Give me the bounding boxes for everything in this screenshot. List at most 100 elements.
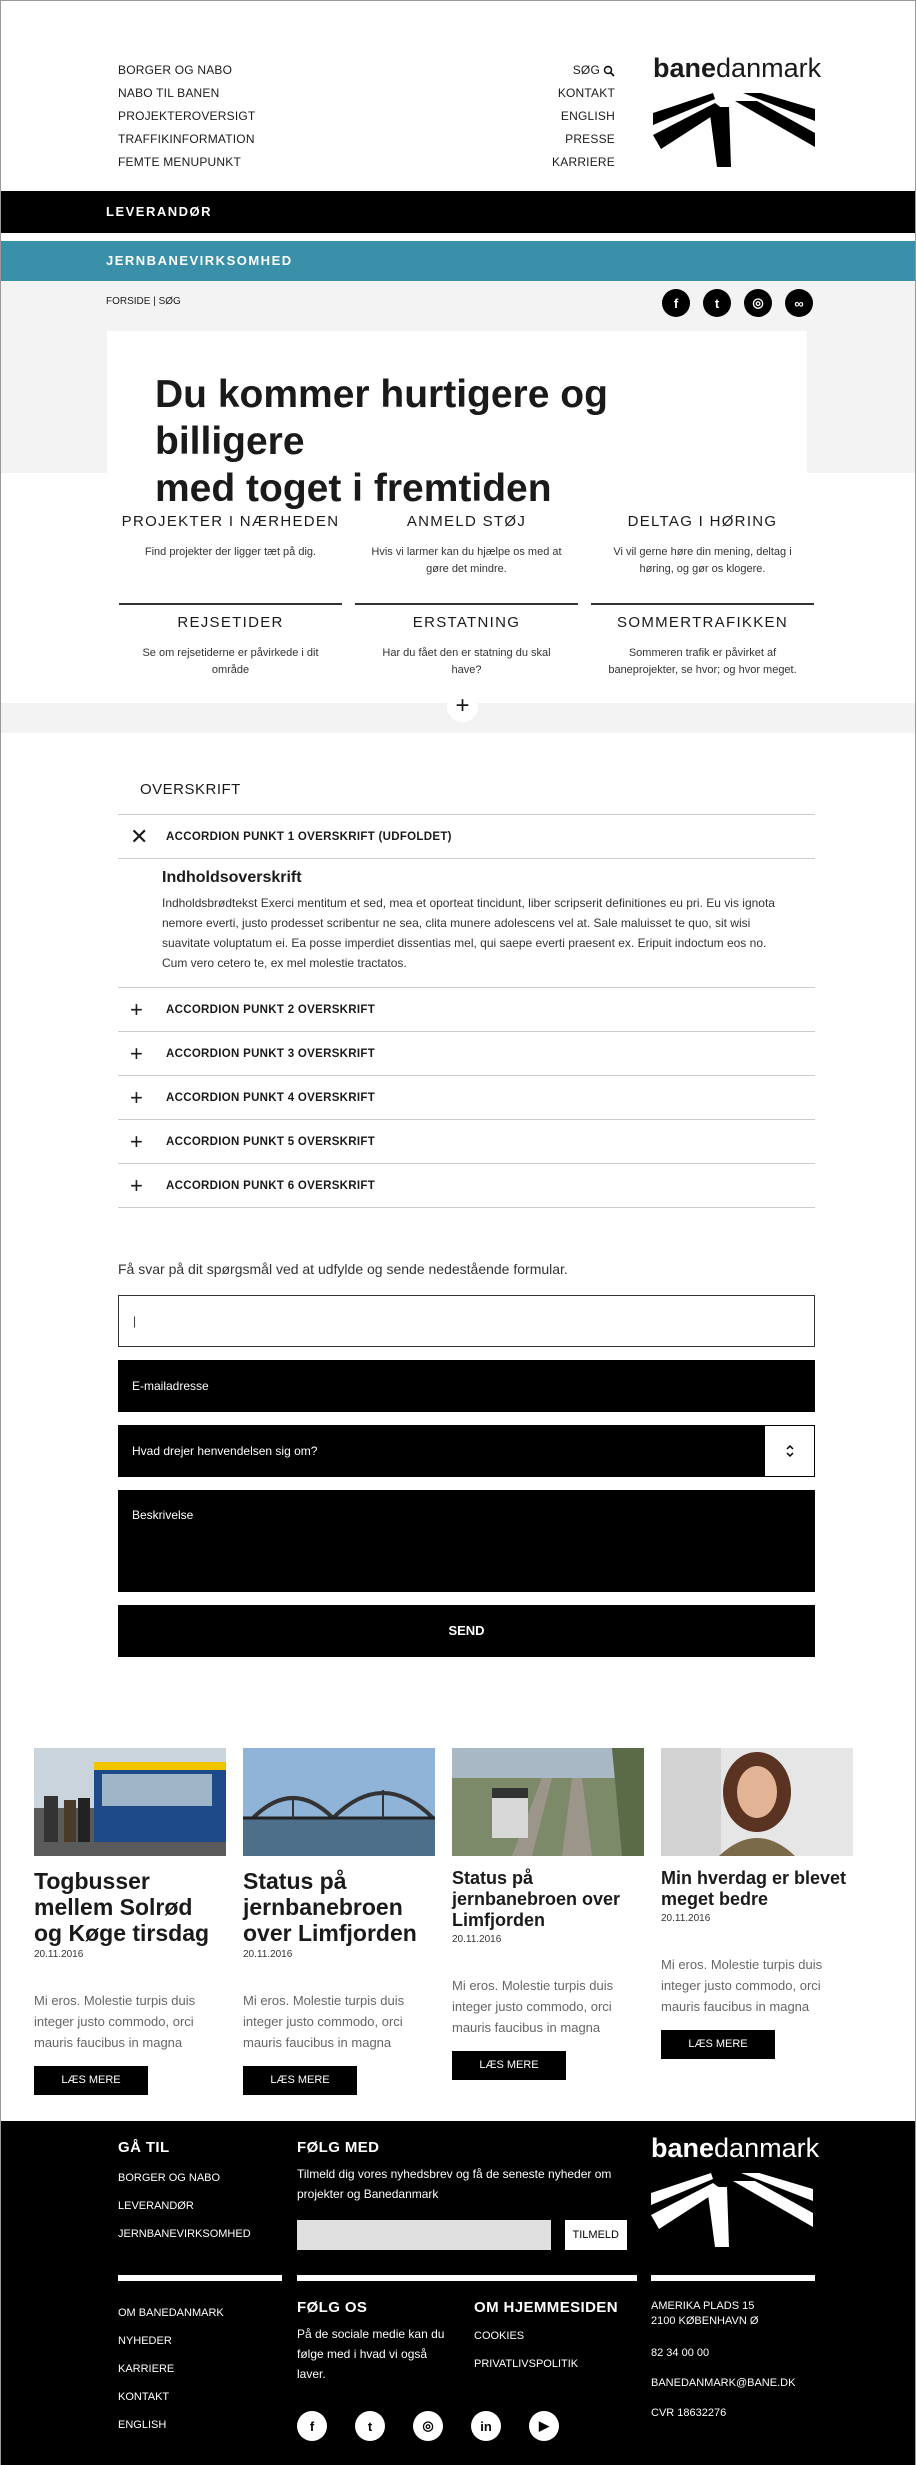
search-icon — [603, 65, 615, 77]
search-label: SØG — [572, 63, 600, 77]
footer-link-om[interactable]: OM BANEDANMARK — [118, 2299, 224, 2327]
header-link-nabo[interactable]: NABO TIL BANEN — [118, 82, 255, 105]
hero-card: Du kommer hurtigere og billigere med toge… — [107, 331, 807, 510]
newsletter-email-input[interactable] — [297, 2220, 551, 2250]
breadcrumb[interactable]: FORSIDE | SØG — [106, 296, 181, 307]
news-title[interactable]: Togbusser mellem Solrød og Køge tirsdag — [34, 1868, 226, 1946]
send-button[interactable]: SEND — [118, 1605, 815, 1657]
news-image-bus[interactable] — [34, 1748, 226, 1856]
news-title[interactable]: Status på jernbanebroen over Limfjorden — [452, 1868, 644, 1931]
accordion-label: ACCORDION PUNKT 3 OVERSKRIFT — [166, 1047, 376, 1060]
accordion-item-6[interactable]: + ACCORDION PUNKT 6 OVERSKRIFT — [118, 1164, 815, 1208]
header-link-trafik[interactable]: TRAFFIKINFORMATION — [118, 128, 255, 151]
email-field[interactable]: E-mailadresse — [118, 1360, 815, 1412]
header-link-projekter[interactable]: PROJEKTEROVERSIGT — [118, 105, 255, 128]
news-card: Status på jernbanebroen over Limfjorden … — [452, 1748, 644, 2080]
accordion-item-3[interactable]: + ACCORDION PUNKT 3 OVERSKRIFT — [118, 1032, 815, 1076]
site-footer: GÅ TIL BORGER OG NABO LEVERANDØR JERNBAN… — [1, 2121, 915, 2465]
footer-link-cookies[interactable]: COOKIES — [474, 2322, 618, 2350]
footer-logo-bold: bane — [651, 2133, 715, 2163]
plus-icon: + — [130, 1040, 143, 1066]
tile-stoj[interactable]: ANMELD STØJ Hvis vi larmer kan du hjælpe… — [355, 513, 578, 578]
expand-button[interactable]: + — [447, 691, 478, 722]
tile-title: REJSETIDER — [177, 614, 284, 631]
link-icon[interactable]: ∞ — [785, 289, 813, 317]
accordion-item-5[interactable]: + ACCORDION PUNKT 5 OVERSKRIFT — [118, 1120, 815, 1164]
title-line-1: Du kommer hurtigere og billigere — [155, 373, 608, 463]
accordion-label: ACCORDION PUNKT 4 OVERSKRIFT — [166, 1091, 376, 1104]
description-field[interactable]: Beskrivelse — [118, 1490, 815, 1592]
tile-text: Har du fået den er statning du skal have… — [382, 647, 551, 676]
footer-contact: AMERIKA PLADS 15 2100 KØBENHAVN Ø 82 34 … — [651, 2299, 795, 2419]
header-link-english[interactable]: ENGLISH — [552, 105, 615, 128]
accordion-label: ACCORDION PUNKT 6 OVERSKRIFT — [166, 1179, 376, 1192]
instagram-icon[interactable]: ◎ — [413, 2411, 443, 2441]
footer-link-kontakt[interactable]: KONTAKT — [118, 2383, 224, 2411]
name-field[interactable]: | — [118, 1295, 815, 1347]
twitter-icon[interactable]: t — [355, 2411, 385, 2441]
footer-site-title: OM HJEMMESIDEN — [474, 2299, 618, 2316]
header-link-kontakt[interactable]: KONTAKT — [552, 82, 615, 105]
news-image-tracks[interactable] — [452, 1748, 644, 1856]
footer-email[interactable]: BANEDANMARK@BANE.DK — [651, 2377, 795, 2389]
logo-rails-icon — [653, 93, 815, 167]
tile-erstatning[interactable]: ERSTATNING Har du fået den er statning d… — [355, 603, 578, 679]
tile-text: Vi vil gerne høre din mening, deltag i h… — [613, 546, 792, 575]
footer-logo[interactable]: banedanmark — [651, 2133, 819, 2252]
read-more-button[interactable]: LÆS MERE — [34, 2066, 148, 2095]
tile-sommertrafikken[interactable]: SOMMERTRAFIKKEN Sommeren trafik er påvir… — [591, 603, 814, 679]
read-more-button[interactable]: LÆS MERE — [243, 2066, 357, 2095]
tile-title: SOMMERTRAFIKKEN — [617, 614, 788, 631]
quick-links: PROJEKTER I NÆRHEDEN Find projekter der … — [1, 473, 915, 733]
header-link-presse[interactable]: PRESSE — [552, 128, 615, 151]
tile-horing[interactable]: DELTAG I HØRING Vi vil gerne høre din me… — [591, 513, 814, 578]
news-title[interactable]: Status på jernbanebroen over Limfjorden — [243, 1868, 435, 1946]
footer-link-jernbane[interactable]: JERNBANEVIRKSOMHED — [118, 2220, 251, 2248]
facebook-icon[interactable]: f — [297, 2411, 327, 2441]
news-image-woman[interactable] — [661, 1748, 853, 1856]
plus-icon: + — [130, 1128, 143, 1154]
tile-text: Se om rejsetiderne er påvirkede i dit om… — [142, 647, 319, 676]
news-title[interactable]: Min hverdag er blevet meget bedre — [661, 1868, 853, 1910]
subject-select[interactable]: Hvad drejer henvendelsen sig om? — [118, 1425, 815, 1477]
twitter-icon[interactable]: t — [703, 289, 731, 317]
header-link-borger[interactable]: BORGER OG NABO — [118, 59, 255, 82]
header-right-nav: SØG KONTAKT ENGLISH PRESSE KARRIERE — [552, 59, 615, 174]
footer-followus-title: FØLG OS — [297, 2299, 368, 2316]
footer-phone[interactable]: 82 34 00 00 — [651, 2347, 795, 2359]
accordion-item-1[interactable]: ✕ ACCORDION PUNKT 1 OVERSKRIFT (UDFOLDET… — [118, 815, 815, 859]
nav-jernbanevirksomhed[interactable]: JERNBANEVIRKSOMHED — [1, 241, 915, 281]
accordion-item-4[interactable]: + ACCORDION PUNKT 4 OVERSKRIFT — [118, 1076, 815, 1120]
news-excerpt: Mi eros. Molestie turpis duis integer ju… — [34, 1993, 196, 2050]
newsletter-subscribe-button[interactable]: TILMELD — [564, 2220, 627, 2250]
footer-followus: FØLG OS På de sociale medie kan du følge… — [297, 2299, 457, 2384]
header-link-karriere[interactable]: KARRIERE — [552, 151, 615, 174]
select-arrows-icon[interactable] — [765, 1426, 814, 1476]
read-more-button[interactable]: LÆS MERE — [661, 2030, 775, 2059]
read-more-button[interactable]: LÆS MERE — [452, 2051, 566, 2080]
tile-projekter[interactable]: PROJEKTER I NÆRHEDEN Find projekter der … — [119, 513, 342, 561]
accordion-item-2[interactable]: + ACCORDION PUNKT 2 OVERSKRIFT — [118, 988, 815, 1032]
site-logo[interactable]: banedanmark — [653, 53, 821, 172]
footer-link-karriere[interactable]: KARRIERE — [118, 2355, 224, 2383]
instagram-icon[interactable]: ◎ — [744, 289, 772, 317]
footer-link-privatliv[interactable]: PRIVATLIVSPOLITIK — [474, 2350, 618, 2378]
news-image-bridge[interactable] — [243, 1748, 435, 1856]
search-link[interactable]: SØG — [552, 59, 615, 82]
youtube-icon[interactable]: ▶ — [529, 2411, 559, 2441]
footer-follow-title: FØLG MED — [297, 2139, 380, 2156]
news-date: 20.11.2016 — [243, 1949, 293, 1960]
facebook-icon[interactable]: f — [662, 289, 690, 317]
tile-rejsetider[interactable]: REJSETIDER Se om rejsetiderne er påvirke… — [119, 603, 342, 679]
footer-link-english[interactable]: ENGLISH — [118, 2411, 224, 2439]
linkedin-icon[interactable]: in — [471, 2411, 501, 2441]
footer-link-leverandor[interactable]: LEVERANDØR — [118, 2192, 251, 2220]
footer-link-borger[interactable]: BORGER OG NABO — [118, 2164, 251, 2192]
accordion-label: ACCORDION PUNKT 2 OVERSKRIFT — [166, 1003, 376, 1016]
footer-link-nyheder[interactable]: NYHEDER — [118, 2327, 224, 2355]
nav-leverandor[interactable]: LEVERANDØR — [1, 191, 915, 233]
header-link-femte[interactable]: FEMTE MENUPUNKT — [118, 151, 255, 174]
site-header: BORGER OG NABO NABO TIL BANEN PROJEKTERO… — [1, 1, 915, 191]
news-card: Status på jernbanebroen over Limfjorden … — [243, 1748, 435, 2095]
logo-regular-text: danmark — [716, 53, 822, 83]
